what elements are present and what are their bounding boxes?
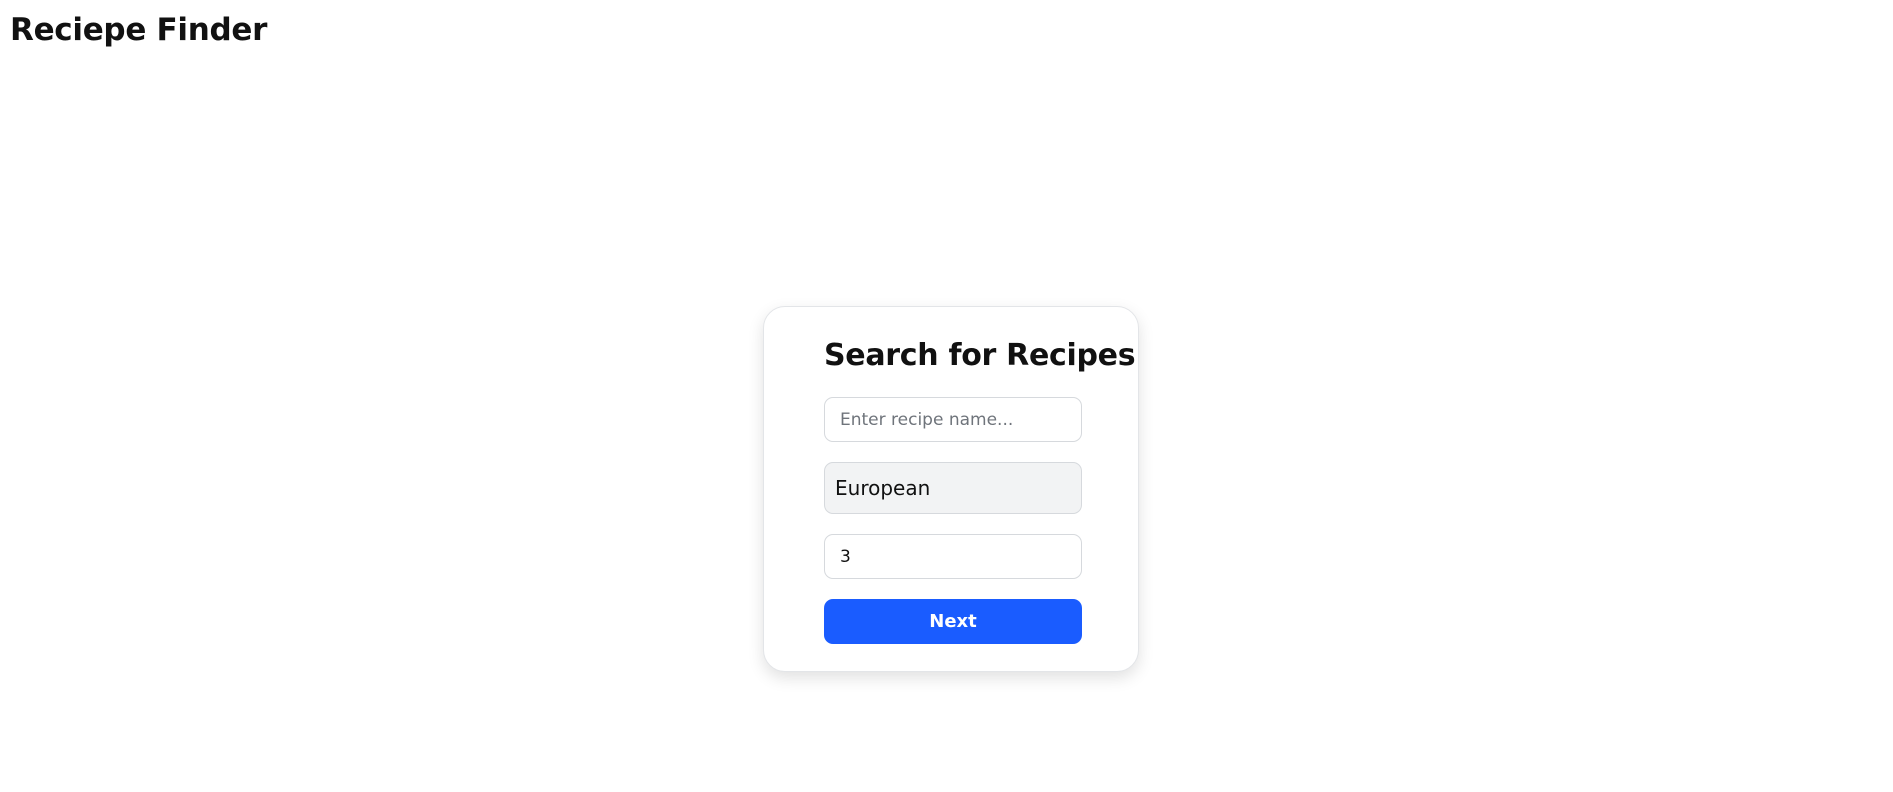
cuisine-select[interactable]: European	[824, 462, 1082, 514]
next-button[interactable]: Next	[824, 599, 1082, 644]
recipe-name-input[interactable]	[824, 397, 1082, 442]
search-card-title: Search for Recipes	[824, 338, 1136, 373]
cuisine-select-value: European	[835, 476, 931, 500]
search-card: Search for Recipes European Next	[763, 306, 1139, 672]
recipe-count-input[interactable]	[824, 534, 1082, 579]
app-title: Reciepe Finder	[10, 12, 268, 48]
